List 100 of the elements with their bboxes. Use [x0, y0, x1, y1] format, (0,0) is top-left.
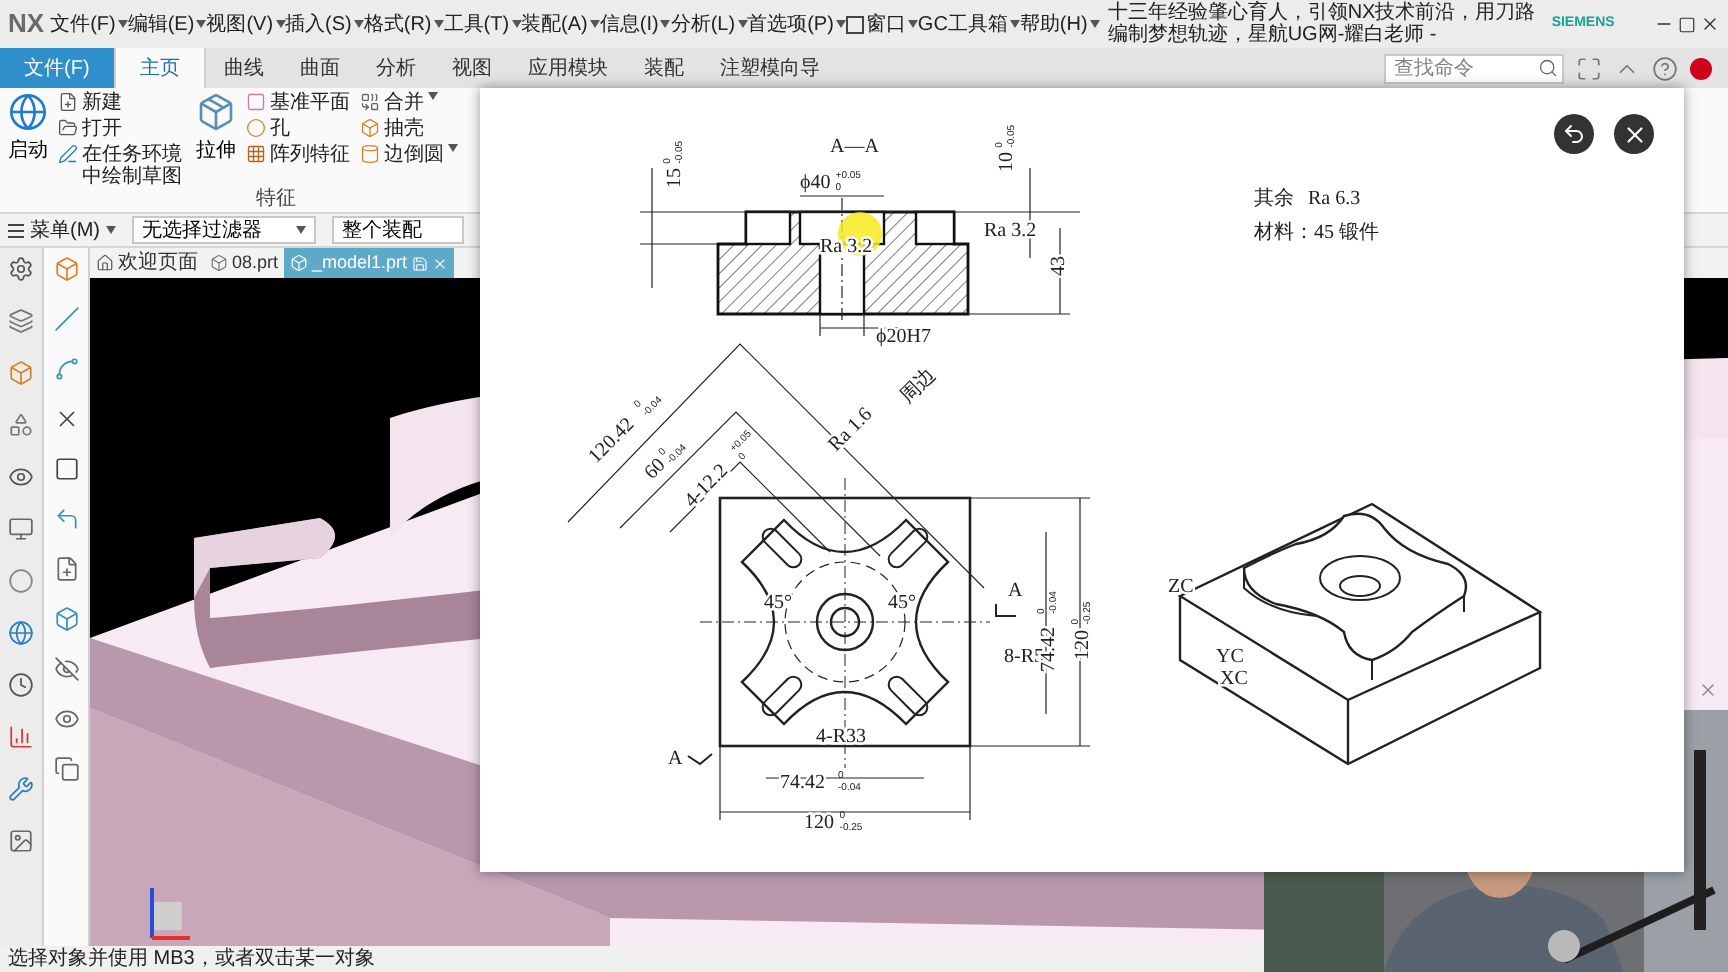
document-tab[interactable]: 欢迎页面 — [90, 248, 204, 278]
dimension-label: Ra 1.6 — [824, 403, 878, 457]
frame-icon[interactable] — [53, 456, 79, 482]
ribbon-command[interactable]: 新建 — [58, 92, 186, 114]
dimension-label: A — [1008, 580, 1023, 602]
undo-icon — [1562, 122, 1586, 146]
menu-item[interactable]: 帮助(H) — [1019, 9, 1100, 39]
document-tab[interactable]: 08.prt — [204, 248, 285, 278]
assembly-scope-dropdown[interactable]: 整个装配 — [332, 216, 464, 244]
line-icon[interactable] — [53, 306, 79, 332]
menu-icon — [8, 223, 24, 237]
circle-icon[interactable] — [246, 118, 266, 138]
ribbon-command[interactable]: 边倒圆 — [360, 144, 458, 166]
file-tab[interactable]: 文件(F) — [0, 48, 114, 88]
menu-item[interactable]: 视图(V) — [206, 9, 286, 39]
dimension-label: A—A — [830, 136, 879, 158]
extrude-button[interactable]: 拉伸 — [192, 92, 240, 188]
copy-icon[interactable] — [53, 756, 79, 782]
menu-item[interactable]: 插入(S) — [285, 9, 364, 39]
command-search-field[interactable]: 查找命令 — [1384, 53, 1564, 83]
ribbon-command[interactable]: 打开 — [58, 118, 186, 140]
cube-icon[interactable] — [8, 360, 34, 386]
eye-icon[interactable] — [8, 464, 34, 490]
ribbon-tab[interactable]: 主页 — [113, 48, 206, 88]
ribbon-command[interactable]: 合并 — [360, 92, 458, 114]
ribbon-command[interactable]: 抽壳 — [360, 118, 458, 140]
dimension-label: ZC — [1168, 576, 1194, 598]
menu-item[interactable]: GC工具箱 — [917, 9, 1020, 39]
ribbon-command[interactable]: 阵列特征 — [246, 144, 354, 166]
expand-icon[interactable] — [1576, 55, 1602, 81]
menu-item[interactable]: 工具(T) — [443, 9, 522, 39]
clock-icon[interactable] — [8, 672, 34, 698]
selection-filter-dropdown[interactable]: 无选择过滤器 — [132, 216, 316, 244]
maximize-icon[interactable] — [1678, 15, 1696, 33]
ribbon-tab[interactable]: 分析 — [357, 48, 434, 88]
curve-icon[interactable] — [53, 356, 79, 382]
combine-icon[interactable] — [360, 92, 380, 112]
ribbon-tab[interactable]: 曲面 — [281, 48, 358, 88]
ribbon-tab[interactable]: 应用模块 — [509, 48, 626, 88]
menu-item[interactable]: 装配(A) — [521, 9, 600, 39]
window-icon — [845, 15, 864, 33]
arrow-icon[interactable] — [53, 506, 79, 532]
cube-icon[interactable] — [53, 256, 79, 282]
grid-icon[interactable] — [246, 144, 266, 164]
menu-item[interactable]: 分析(L) — [670, 9, 748, 39]
hidden-eye-icon[interactable] — [53, 656, 79, 682]
home-icon[interactable] — [96, 254, 114, 272]
menu-item[interactable]: 首选项(P) — [747, 9, 846, 39]
menu-item[interactable]: 格式(R) — [363, 9, 444, 39]
menu-button[interactable]: 菜单(M) — [8, 215, 116, 245]
search-icon[interactable] — [1538, 57, 1558, 77]
ribbon-command[interactable]: 基准平面 — [246, 92, 354, 114]
shapes-icon[interactable] — [8, 412, 34, 438]
chart-icon[interactable] — [8, 724, 34, 750]
layers-icon[interactable] — [8, 308, 34, 334]
monitor-icon[interactable] — [8, 516, 34, 542]
dimension-label: 周边 — [896, 364, 941, 409]
file-add-icon[interactable] — [58, 92, 78, 112]
image-icon[interactable] — [8, 828, 34, 854]
save-icon[interactable] — [411, 255, 428, 271]
dimension-label: Ra 6.3 — [1308, 188, 1361, 210]
dimension-label: 4-R33 — [816, 726, 866, 748]
pen-icon[interactable] — [58, 144, 78, 164]
cube-icon[interactable] — [210, 254, 228, 272]
dimension-label: A — [668, 748, 683, 770]
close-button[interactable] — [1614, 114, 1654, 154]
plane-icon[interactable] — [246, 92, 266, 112]
start-button[interactable]: 启动 — [4, 92, 52, 188]
cursor-highlight — [838, 212, 882, 256]
cube-icon[interactable] — [196, 92, 236, 132]
folder-icon[interactable] — [58, 118, 78, 138]
wrench-icon[interactable] — [8, 776, 34, 802]
dimension-label: 其余 — [1254, 188, 1294, 210]
window-title: 十三年经验肇心育人，引领NX技术前沿，用刀路编制梦想轨迹，星航UG网-耀白老师 - — [1107, 2, 1538, 46]
eye-icon[interactable] — [53, 706, 79, 732]
ribbon-command[interactable]: 在任务环境中绘制草图 — [58, 144, 186, 188]
circle-icon[interactable] — [8, 568, 34, 594]
cube-icon[interactable] — [360, 118, 380, 138]
globe-icon[interactable] — [8, 92, 48, 132]
globe-icon[interactable] — [8, 620, 34, 646]
dimension-label: YC — [1216, 646, 1244, 668]
cube-icon[interactable] — [53, 606, 79, 632]
ribbon-tab[interactable]: 视图 — [433, 48, 510, 88]
undo-button[interactable] — [1554, 114, 1594, 154]
axis-triad-icon — [150, 888, 190, 940]
menu-item[interactable]: 编辑(E) — [127, 9, 207, 39]
dimension-label: 材料：45 锻件 — [1254, 222, 1379, 244]
menu-item[interactable]: 文件(F) — [50, 9, 128, 39]
menu-item[interactable]: 窗口 — [845, 9, 918, 39]
ribbon-group-label: 特征 — [256, 188, 296, 210]
ribbon-tab[interactable]: 注塑模向导 — [701, 48, 838, 88]
cylinder-icon[interactable] — [360, 144, 380, 164]
dimension-label: 43 — [1048, 256, 1070, 276]
ribbon-command[interactable]: 孔 — [246, 118, 354, 140]
help-icon[interactable] — [1652, 55, 1678, 81]
ribbon-tab[interactable]: 装配 — [625, 48, 702, 88]
file-add-icon[interactable] — [53, 556, 79, 582]
menu-item[interactable]: 信息(I) — [599, 9, 671, 39]
gear-icon[interactable] — [8, 256, 34, 282]
ribbon-tab[interactable]: 曲线 — [205, 48, 282, 88]
